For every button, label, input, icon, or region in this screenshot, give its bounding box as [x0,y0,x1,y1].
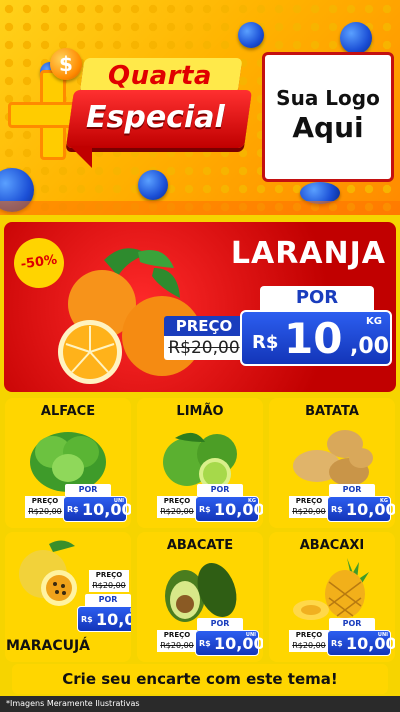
por-label: POR [260,286,374,310]
currency: R$ [252,332,279,353]
price-unit: UNI [377,632,388,638]
currency: R$ [81,615,93,624]
old-price-box: PREÇO R$20,00 [89,570,129,592]
por-label: POR [197,618,243,630]
preco-label: PREÇO [289,630,329,640]
hero-product-name: LARANJA [230,236,386,271]
old-price: R$20,00 [157,640,197,652]
old-price-box: PREÇO R$20,00 [157,496,197,518]
old-price-box: PREÇO R$20,00 [289,496,329,518]
price-tag: R$ 10,00 KG [195,496,263,522]
product-name: ALFACE [40,404,96,419]
product-name: ABACATE [166,538,234,553]
product-card[interactable]: LIMÃO PREÇO R$20,00 POR R$ 10,00 KG [137,398,263,528]
product-name: LIMÃO [176,404,224,419]
por-label: POR [329,484,375,496]
preco-label: PREÇO [25,496,65,506]
avocado-icon [165,562,237,622]
currency: R$ [331,505,343,514]
price-tag: R$ 10,00 UNI [327,630,395,656]
price-unit: KG [130,608,131,614]
price-unit: UNI [113,498,124,504]
coin-icon [138,170,168,200]
price-tag: R$ 10,00 KG [77,606,131,632]
old-price-box: PREÇO R$20,00 [289,630,329,652]
product-card[interactable]: ALFACE PREÇO R$20,00 POR R$ 10,00 UNI [5,398,131,528]
product-card[interactable]: ABACAXI PREÇO R$20,00 POR R$ 10,00 UNI [269,532,395,662]
title-line2: Especial [86,100,225,135]
preco-label: PREÇO [157,496,197,506]
price-unit: KG [366,316,382,327]
hero-offer[interactable]: -50% LARANJA POR PREÇO R$20,00 R$ 10 ,00… [4,222,396,392]
preco-label: PREÇO [289,496,329,506]
por-label: POR [197,484,243,496]
logo-text-line1: Sua Logo [276,86,380,110]
old-price-box: PREÇO R$20,00 [164,316,244,362]
footer-disclaimer: *Imagens Meramente Ilustrativas [0,696,400,712]
pineapple-icon [293,558,369,620]
title-line1: Quarta [108,61,212,91]
por-label: POR [329,618,375,630]
price-integer: 10 [284,314,343,363]
old-price: R$20,00 [89,580,129,592]
price-tag: R$ 10,00 KG [327,496,395,522]
old-price: R$20,00 [157,506,197,518]
preco-label: PREÇO [164,316,244,336]
currency: R$ [331,639,343,648]
product-card[interactable]: ABACATE PREÇO R$20,00 POR R$ 10,00 UNI [137,532,263,662]
product-name: MARACUJÁ [5,638,91,654]
logo-placeholder[interactable]: Sua Logo Aqui [262,52,394,182]
coin-icon [0,168,34,212]
por-label: POR [65,484,111,496]
product-name: ABACAXI [299,538,365,553]
price-unit: KG [248,498,256,504]
old-price: R$20,00 [289,506,329,518]
dollar-coin-icon: $ [50,48,82,80]
cta-button[interactable]: Crie seu encarte com este tema! [12,664,388,694]
coin-icon [300,182,340,204]
coin-icon [340,22,372,54]
preco-label: PREÇO [157,630,197,640]
old-price-box: PREÇO R$20,00 [157,630,197,652]
price-unit: UNI [245,632,256,638]
old-price: R$20,00 [289,640,329,652]
product-card[interactable]: BATATA PREÇO R$20,00 POR R$ 10,00 KG [269,398,395,528]
currency: R$ [67,505,79,514]
price-tag: R$ 10 ,00 KG [240,310,392,366]
banner-tail [70,146,92,168]
price: 10,00 [96,610,131,629]
header-banner: $ Quarta Especial Sua Logo Aqui [0,0,400,215]
price-decimal: ,00 [350,334,389,359]
coin-icon [238,22,264,48]
flyer-page: $ Quarta Especial Sua Logo Aqui -50% LAR… [0,0,400,712]
old-price-box: PREÇO R$20,00 [25,496,65,518]
product-card[interactable]: PREÇO R$20,00 POR R$ 10,00 KG MARACUJÁ [5,532,131,662]
price-unit: KG [380,498,388,504]
price-tag: R$ 10,00 UNI [195,630,263,656]
old-price: R$20,00 [164,336,244,360]
currency: R$ [199,639,211,648]
preco-label: PREÇO [89,570,129,580]
price-tag: R$ 10,00 UNI [63,496,131,522]
old-price: R$20,00 [25,506,65,518]
por-label: POR [85,594,131,606]
currency: R$ [199,505,211,514]
product-name: BATATA [305,404,359,419]
logo-text-line2: Aqui [292,111,364,144]
